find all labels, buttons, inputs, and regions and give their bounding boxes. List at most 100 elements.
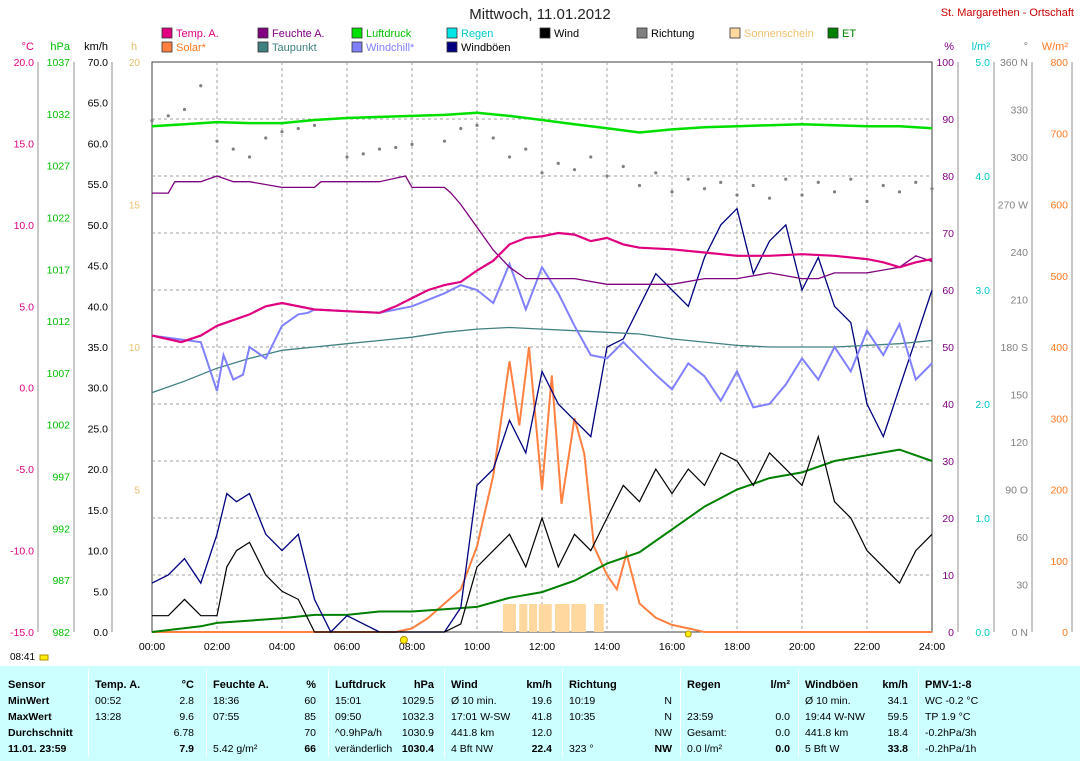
humidity-axis-tick: 60 (942, 285, 954, 297)
station-name: St. Margarethen - Ortschaft (940, 7, 1074, 19)
stats-temp-value: 6.78 (173, 727, 194, 739)
pressure-axis-tick: 982 (52, 627, 70, 639)
direction-axis-tick: 180 S (1001, 342, 1028, 354)
direction-point (751, 183, 755, 188)
direction-axis-tick: 210 (1010, 295, 1028, 307)
pressure-axis-tick: 987 (52, 575, 70, 587)
stats-windboeen-label: 19:44 W-NW (805, 711, 865, 723)
stats-windboeen: Windböen km/h Ø 10 min. 34.1 19:44 W-NW 59.5 4… (798, 669, 914, 757)
wind-axis-unit: km/h (84, 41, 108, 53)
stats-wind-value: 22.4 (531, 743, 552, 755)
legend-label: Regen (461, 28, 493, 40)
humidity-axis-tick: 0 (948, 627, 954, 639)
x-tick-label: 12:00 (529, 641, 555, 653)
direction-point (361, 152, 365, 156)
sunshine-bar (529, 604, 538, 632)
stats-luftdruck-label: 09:50 (335, 711, 362, 723)
legend-swatch (161, 27, 173, 39)
direction-point (686, 177, 690, 181)
stats-wind-label: Ø 10 min. (451, 695, 497, 707)
x-tick-label: 16:00 (659, 641, 685, 653)
rain-axis-tick: 1.0 (975, 513, 990, 525)
chart-plot: 00:00 02:00 04:00 06:00 08:00 10:00 12:00 14:00… (10, 27, 1073, 661)
legend-swatch (257, 41, 269, 53)
stats-feuchte-value: 70 (304, 727, 316, 739)
stats-luftdruck-value: 1029.5 (401, 695, 434, 707)
direction-axis-unit: ° (1024, 41, 1028, 53)
series-et (151, 448, 933, 633)
legend-swatch (729, 27, 741, 39)
stats-temp: Temp. A. °C 00:52 2.8 13:28 9.6 6.78 7.9 (88, 669, 200, 757)
pressure-axis-tick: 1012 (47, 316, 71, 328)
direction-axis-tick: 120 (1010, 437, 1028, 449)
pressure-axis-tick: 992 (52, 523, 70, 535)
direction-point (345, 155, 349, 159)
stats-feuchte-title: Feuchte A. (213, 679, 269, 691)
stats-richtung-value: N (664, 711, 672, 723)
temp-axis-unit: °C (22, 41, 34, 53)
direction-axis-tick: 240 (1010, 247, 1028, 259)
solar-axis-tick: 400 (1050, 342, 1068, 354)
stats-row-current: 11.01. 23:59 (8, 743, 67, 755)
stats-regen-label: 0.0 l/m² (687, 743, 723, 755)
series-luftdruck (151, 111, 933, 134)
direction-point (930, 187, 934, 191)
wind-axis-tick: 70.0 (88, 57, 109, 69)
temp-axis-tick: 10.0 (14, 220, 35, 232)
stats-richtung: Richtung 10:19 N 10:35 N NW 323 ° NW (562, 669, 678, 757)
legend-label: Luftdruck (366, 28, 412, 40)
direction-point (881, 183, 885, 188)
humidity-axis-tick: 50 (942, 342, 954, 354)
sunshine-axis-tick: 10 (129, 343, 141, 354)
stats-temp-title: Temp. A. (95, 679, 141, 691)
direction-point (507, 155, 512, 159)
stats-richtung-label: 10:19 (569, 695, 596, 707)
wind-axis-tick: 60.0 (88, 138, 109, 150)
stats-sensor: Sensor MinWert MaxWert Durchschnitt 11.0… (0, 669, 88, 757)
current-time: 08:41 (10, 652, 36, 663)
wind-axis-tick: 15.0 (88, 505, 109, 517)
humidity-axis-tick: 90 (942, 114, 954, 126)
stats-feuchte-unit: % (306, 679, 316, 691)
x-tick-label: 20:00 (789, 641, 815, 653)
legend-label: Richtung (651, 28, 694, 40)
legend-label: Solar* (176, 42, 207, 54)
legend-swatch (827, 27, 839, 39)
wind-axis-tick: 20.0 (88, 464, 109, 476)
plot-area (151, 61, 933, 633)
stats-temp-value: 7.9 (179, 743, 194, 755)
direction-point (572, 168, 577, 172)
stats-feuchte: Feuchte A.% 18:36 60 07:55 85 70 5.42 g/m² 66 (206, 669, 322, 757)
temp-axis-tick: -5.0 (16, 464, 34, 476)
statistics-panel: Sensor MinWert MaxWert Durchschnitt 11.0… (0, 666, 1080, 761)
solar-axis-tick: 500 (1050, 271, 1068, 283)
x-tick-label: 06:00 (334, 641, 360, 653)
pressure-axis-tick: 1017 (47, 264, 71, 276)
stats-windboeen-label: Ø 10 min. (805, 695, 851, 707)
direction-point (637, 183, 642, 188)
humidity-axis-tick: 20 (942, 513, 954, 525)
direction-point (475, 123, 479, 127)
wind-axis-tick: 35.0 (88, 342, 109, 354)
wind-axis-tick: 30.0 (88, 383, 109, 395)
legend-label: Windchill* (366, 42, 415, 54)
solar-axis-unit: W/m² (1042, 41, 1069, 53)
stats-row-avg: Durchschnitt (8, 727, 73, 739)
wind-axis-tick: 45.0 (88, 261, 109, 273)
stats-windboeen-unit: km/h (882, 679, 908, 691)
stats-regen-unit: l/m² (770, 679, 790, 691)
stats-luftdruck-value: 1030.9 (401, 727, 434, 739)
rain-axis-tick: 0.0 (975, 627, 990, 639)
humidity-axis-tick: 100 (936, 57, 954, 69)
series-taupunkt (151, 326, 933, 394)
legend-label: ET (842, 28, 856, 40)
time-marker (39, 654, 49, 661)
pressure-axis-tick: 1037 (47, 57, 71, 69)
direction-point (182, 107, 187, 112)
legend-label: Windböen (461, 42, 511, 54)
legend-swatch (161, 41, 173, 53)
legend-swatch (351, 41, 363, 53)
pressure-axis-tick: 997 (52, 472, 70, 484)
stats-sensor-title: Sensor (8, 679, 46, 691)
stats-pmv-line: TP 1.9 °C (925, 711, 971, 723)
